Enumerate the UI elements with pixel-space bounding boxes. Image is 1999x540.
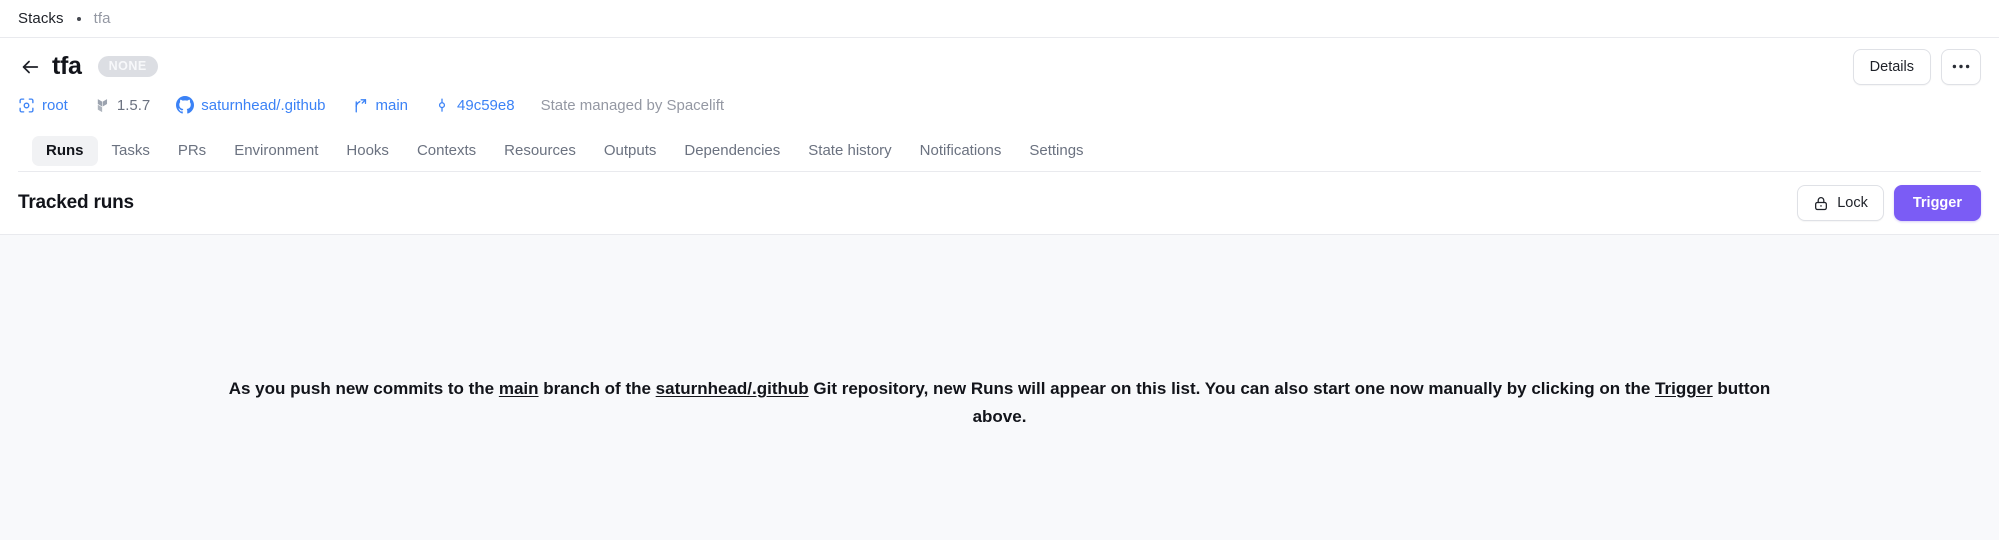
commit-link[interactable]: 49c59e8 [434, 97, 515, 114]
details-button[interactable]: Details [1852, 48, 1931, 85]
branch-label: main [375, 96, 409, 114]
lock-button-label: Lock [1837, 195, 1868, 211]
stack-space[interactable]: root [18, 97, 68, 114]
github-icon [176, 96, 195, 114]
header-actions: Details [1852, 48, 1981, 85]
tab-state-history[interactable]: State history [794, 136, 905, 166]
trigger-button[interactable]: Trigger [1893, 185, 1981, 221]
empty-trigger-reference[interactable]: Trigger [1655, 379, 1713, 398]
commit-label: 49c59e8 [457, 96, 515, 114]
tab-dependencies[interactable]: Dependencies [670, 136, 794, 166]
tab-tasks[interactable]: Tasks [98, 136, 164, 166]
tracked-runs-section-bar: Tracked runs Lock Trigger [0, 172, 1999, 235]
empty-text-part1: As you push new commits to the [228, 378, 499, 398]
breadcrumb-current-stack: tfa [93, 10, 111, 27]
branch-icon [352, 97, 369, 114]
section-title: Tracked runs [18, 192, 134, 213]
stack-tabs: Runs Tasks PRs Environment Hooks Context… [18, 130, 1981, 172]
repository-label: saturnhead/.github [201, 96, 326, 114]
more-options-button[interactable] [1941, 48, 1981, 85]
stack-detail-page: Stacks tfa tfa NONE Details root 1.5.7 s… [0, 0, 1999, 540]
space-icon [18, 97, 35, 114]
terraform-version: 1.5.7 [94, 97, 150, 114]
stack-header: tfa NONE Details root 1.5.7 saturnhead/.… [0, 38, 1999, 172]
empty-state-message: As you push new commits to the main bran… [215, 375, 1785, 431]
empty-repository-link[interactable]: saturnhead/.github [656, 379, 809, 398]
tab-settings[interactable]: Settings [1015, 136, 1097, 166]
arrow-left-icon[interactable] [18, 55, 42, 79]
tab-runs[interactable]: Runs [32, 135, 98, 166]
stack-space-label: root [42, 96, 68, 114]
tab-contexts[interactable]: Contexts [403, 136, 490, 166]
stack-metadata-row: root 1.5.7 saturnhead/.github main 49c59… [18, 92, 1981, 118]
section-actions: Lock Trigger [1797, 185, 1981, 221]
stack-title-row: tfa NONE Details [18, 48, 1981, 85]
tab-hooks[interactable]: Hooks [332, 136, 403, 166]
empty-text-part2: branch of the [538, 378, 656, 398]
commit-icon [434, 97, 450, 114]
state-management-label: State managed by Spacelift [540, 96, 725, 114]
breadcrumb-separator-dot [76, 16, 81, 21]
page-title: tfa [52, 52, 82, 80]
ellipsis-icon [1952, 64, 1970, 69]
repository-link[interactable]: saturnhead/.github [176, 96, 326, 114]
tab-resources[interactable]: Resources [490, 136, 590, 166]
lock-button[interactable]: Lock [1797, 185, 1884, 221]
tab-notifications[interactable]: Notifications [906, 136, 1016, 166]
tab-outputs[interactable]: Outputs [590, 136, 671, 166]
tab-prs[interactable]: PRs [164, 136, 220, 166]
padlock-icon [1813, 195, 1829, 212]
terraform-icon [94, 97, 110, 114]
empty-branch-link[interactable]: main [499, 379, 539, 398]
status-badge: NONE [97, 55, 158, 78]
branch-link[interactable]: main [352, 96, 409, 114]
tab-environment[interactable]: Environment [220, 136, 332, 166]
state-management-note: State managed by Spacelift [541, 97, 724, 114]
terraform-version-label: 1.5.7 [116, 96, 151, 114]
empty-text-part3: Git repository, new Runs will appear on … [808, 378, 1656, 398]
breadcrumb: Stacks tfa [0, 0, 1999, 38]
breadcrumb-stacks-link[interactable]: Stacks [18, 10, 64, 27]
tracked-runs-content: As you push new commits to the main bran… [0, 235, 1999, 540]
